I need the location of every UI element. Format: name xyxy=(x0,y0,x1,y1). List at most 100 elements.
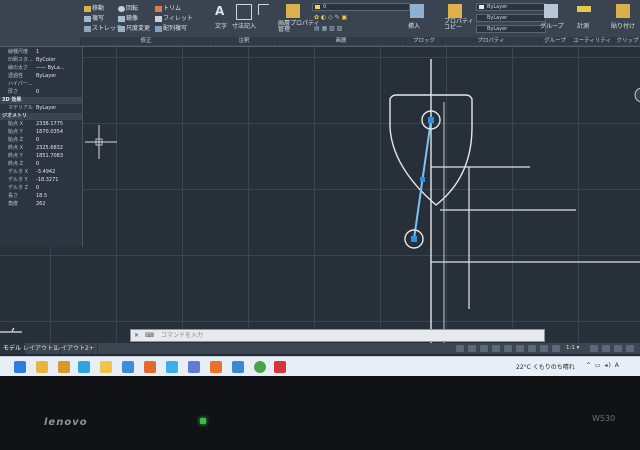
status-menu-icon[interactable] xyxy=(626,345,634,352)
close-icon[interactable]: ✕ xyxy=(134,330,139,341)
app-icon-5[interactable] xyxy=(210,361,222,373)
group-button[interactable]: グループ xyxy=(540,21,564,30)
weather-widget[interactable]: 22°C くもりのち晴れ xyxy=(516,362,575,371)
app-icon-6[interactable] xyxy=(232,361,244,373)
match-properties-button[interactable]: プロパティ コピー xyxy=(444,19,474,31)
property-row[interactable]: 透過性 ByLayer xyxy=(0,73,82,80)
status-model-icon[interactable] xyxy=(456,345,464,352)
property-row[interactable]: 印刷スタ... ByColor xyxy=(0,57,82,64)
fillet-button[interactable]: フィレット xyxy=(155,13,193,22)
layer-tools-icons[interactable]: ✿ ◐ ◇ ✎ ▣ xyxy=(314,14,347,21)
app-icon-3[interactable] xyxy=(166,361,178,373)
property-row-geometry[interactable]: 始点 Y 1870.0354 xyxy=(0,129,82,136)
property-value: 2338.1775 xyxy=(36,121,64,127)
tab-add[interactable]: + xyxy=(86,343,99,354)
status-snap-icon[interactable] xyxy=(480,345,488,352)
property-key: 線種尺度 xyxy=(8,49,29,55)
trim-button[interactable]: トリム xyxy=(155,3,181,12)
section-3d-effects[interactable]: 3D 効果 xyxy=(0,97,82,104)
copy-button[interactable]: 複写 xyxy=(84,13,104,22)
scale-button[interactable]: 尺度変更 xyxy=(118,23,150,32)
layer-dropdown[interactable]: 0 xyxy=(312,3,410,11)
leader-icon[interactable] xyxy=(258,4,269,15)
property-row-geometry[interactable]: 終点 Y 1851.7083 xyxy=(0,153,82,160)
lineweight-dropdown[interactable]: ByLayer xyxy=(476,14,546,22)
windows-start-icon[interactable] xyxy=(14,361,26,373)
property-row-geometry[interactable]: 終点 X 2325.6832 xyxy=(0,145,82,152)
properties-palette[interactable]: 線種尺度 1 印刷スタ... ByColor 線の太さ —— ByLa... 透過性 ByLa… xyxy=(0,47,83,247)
layer-tools-icons-2[interactable]: ▤ ▦ ▧ ▨ xyxy=(314,25,342,32)
keyboard-icon[interactable]: ⌨ xyxy=(145,330,154,341)
app-icon-4[interactable] xyxy=(188,361,200,373)
property-row[interactable]: 線の太さ —— ByLa... xyxy=(0,65,82,72)
property-row-geometry[interactable]: 角度 262 xyxy=(0,201,82,208)
text-button[interactable]: 文字 xyxy=(215,21,227,30)
section-geometry[interactable]: ジオメトリ xyxy=(0,113,82,120)
property-row[interactable]: 線種尺度 1 xyxy=(0,49,82,56)
insert-button[interactable]: 挿入 xyxy=(408,21,420,30)
autocad-icon[interactable] xyxy=(274,361,286,373)
status-annotation-icon[interactable] xyxy=(552,345,560,352)
command-input[interactable]: コマンドを入力 xyxy=(161,330,203,341)
move-button[interactable]: 移動 xyxy=(84,3,104,12)
property-key: 始点 Y xyxy=(8,129,23,135)
annotation-scale[interactable]: 1:1 ▾ xyxy=(566,343,579,354)
color-dropdown[interactable]: ByLayer xyxy=(476,3,546,11)
property-value: ByLayer xyxy=(36,105,57,111)
status-grid-icon[interactable] xyxy=(468,345,476,352)
text-a-icon[interactable]: A xyxy=(215,4,224,18)
status-polar-icon[interactable] xyxy=(504,345,512,352)
file-explorer-icon[interactable] xyxy=(36,361,48,373)
property-key: 角度 xyxy=(8,201,19,207)
panel-title-block: ブロック xyxy=(405,37,442,45)
property-value: 1870.0354 xyxy=(36,129,64,135)
app-icon-2[interactable] xyxy=(122,361,134,373)
mirror-button[interactable]: 鏡像 xyxy=(118,13,138,22)
scale-label: 尺度変更 xyxy=(126,25,151,32)
paste-button[interactable]: 貼り付け xyxy=(611,21,635,30)
edge-icon[interactable] xyxy=(78,361,90,373)
property-row-material[interactable]: マテリアル ByLayer xyxy=(0,105,82,112)
scale-icon xyxy=(118,25,125,32)
property-row-geometry[interactable]: 始点 Z 0 xyxy=(0,137,82,144)
status-ortho-icon[interactable] xyxy=(492,345,500,352)
linetype-dropdown[interactable]: ByLayer xyxy=(476,25,546,33)
array-button[interactable]: 配列複写 xyxy=(155,23,187,32)
grip-end xyxy=(411,236,417,242)
firefox-icon[interactable] xyxy=(144,361,156,373)
fillet-icon xyxy=(155,15,162,22)
app-icon-1[interactable] xyxy=(100,361,112,373)
panel-title-annotation: 注釈 xyxy=(212,37,275,45)
panel-title-layers: 画層 xyxy=(276,37,405,45)
rotate-button[interactable]: 回転 xyxy=(118,3,138,12)
property-row-geometry[interactable]: デルタ Z 0 xyxy=(0,185,82,192)
power-led-icon xyxy=(200,418,206,424)
property-row-geometry[interactable]: デルタ X -3.4942 xyxy=(0,169,82,176)
property-key: デルタ Z xyxy=(8,185,29,191)
property-row[interactable]: ハイパー... xyxy=(0,81,82,88)
property-key: マテリアル xyxy=(8,105,33,111)
command-line[interactable]: ✕ ⌨ コマンドを入力 xyxy=(130,329,545,342)
property-value: ByLayer xyxy=(36,73,57,79)
system-tray[interactable]: ^ ▭ ◂) A xyxy=(586,362,620,369)
dimension-button[interactable]: 寸法記入 xyxy=(232,21,256,30)
status-fullscreen-icon[interactable] xyxy=(614,345,622,352)
status-lineweight-icon[interactable] xyxy=(540,345,548,352)
property-value: 18.5 xyxy=(36,193,48,199)
property-row-geometry[interactable]: 長さ 18.5 xyxy=(0,193,82,200)
property-key: 印刷スタ... xyxy=(8,57,33,63)
status-osnap-icon[interactable] xyxy=(516,345,524,352)
property-row[interactable]: 厚さ 0 xyxy=(0,89,82,96)
chrome-icon[interactable] xyxy=(254,361,266,373)
drawing-canvas[interactable]: 線種尺度 1 印刷スタ... ByColor 線の太さ —— ByLa... 透過性 ByLa… xyxy=(0,47,640,343)
status-workspace-icon[interactable] xyxy=(602,345,610,352)
status-otrack-icon[interactable] xyxy=(528,345,536,352)
measure-button[interactable]: 計測 xyxy=(577,21,589,30)
stretch-button[interactable]: ストレッチ xyxy=(84,23,122,32)
property-key: 終点 Z xyxy=(8,161,24,167)
folder-icon[interactable] xyxy=(58,361,70,373)
property-row-geometry[interactable]: 始点 X 2338.1775 xyxy=(0,121,82,128)
status-settings-icon[interactable] xyxy=(590,345,598,352)
property-row-geometry[interactable]: デルタ Y -18.3271 xyxy=(0,177,82,184)
property-row-geometry[interactable]: 終点 Z 0 xyxy=(0,161,82,168)
